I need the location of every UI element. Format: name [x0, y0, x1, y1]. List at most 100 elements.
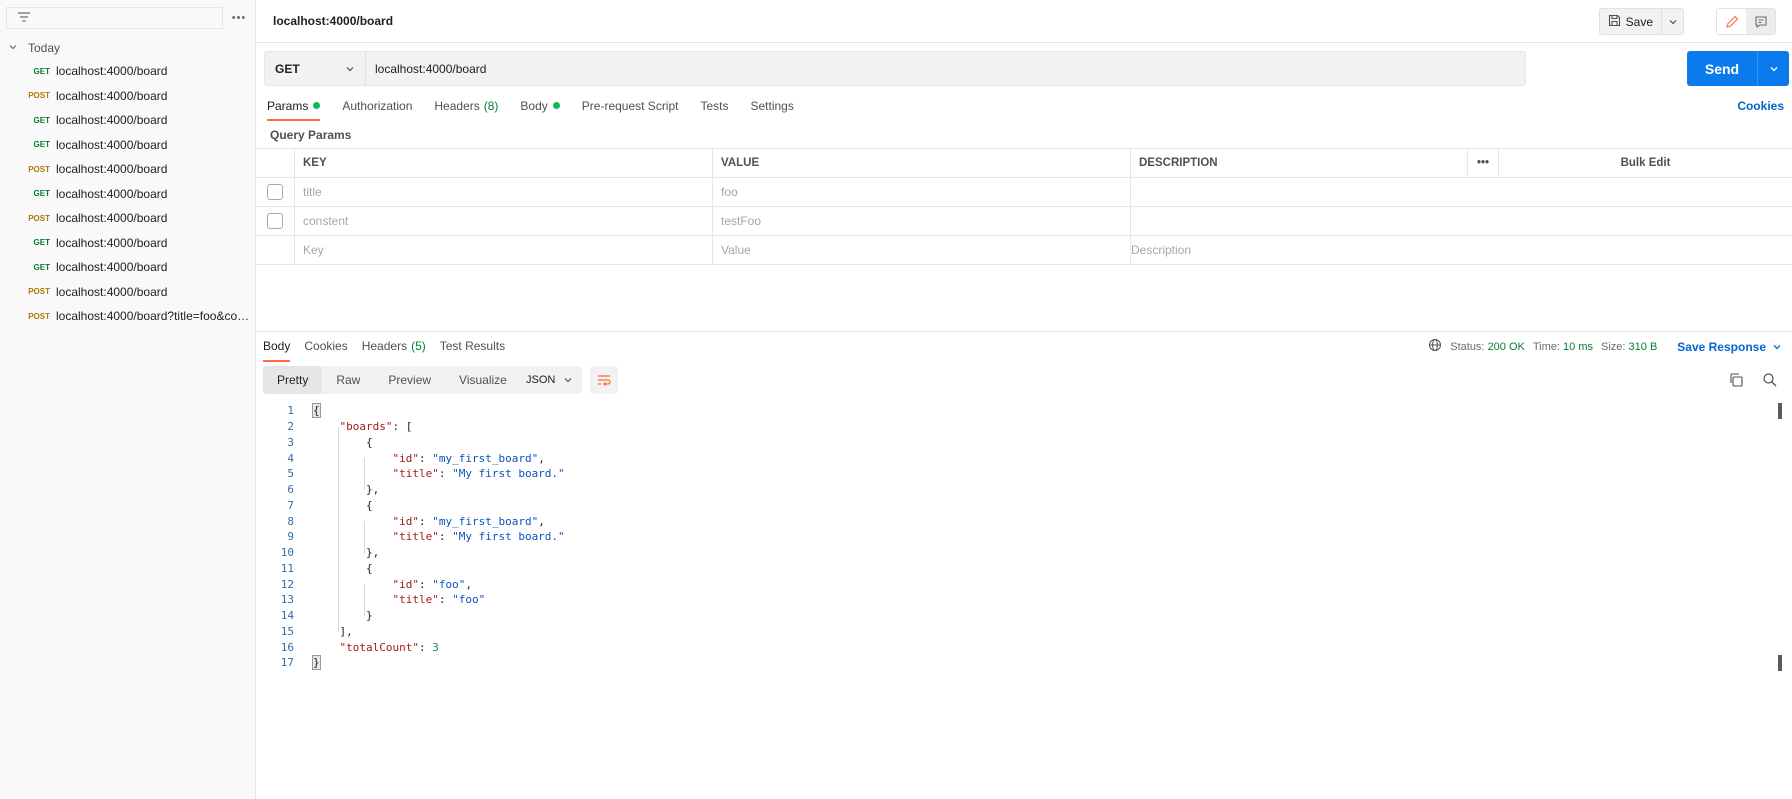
- param-description[interactable]: [1131, 178, 1792, 206]
- filter-icon[interactable]: [17, 11, 31, 25]
- param-value[interactable]: foo: [713, 178, 1131, 206]
- code-line: 4 "id": "my_first_board",: [256, 450, 1546, 466]
- view-raw-button[interactable]: Raw: [322, 366, 374, 394]
- globe-icon[interactable]: [1428, 338, 1442, 355]
- code-text: "title": "foo": [294, 593, 485, 606]
- status-text[interactable]: Status: 200 OK: [1450, 341, 1525, 353]
- history-item[interactable]: GET localhost:4000/board: [0, 182, 255, 207]
- tab-authorization[interactable]: Authorization: [342, 95, 412, 119]
- history-item[interactable]: POST localhost:4000/board: [0, 280, 255, 305]
- param-description[interactable]: [1131, 207, 1792, 235]
- history-item[interactable]: POST localhost:4000/board: [0, 206, 255, 231]
- method-select[interactable]: GET: [264, 51, 365, 86]
- code-token: ],: [313, 624, 353, 638]
- history-group-today[interactable]: Today: [0, 37, 255, 59]
- editor-scrollbar[interactable]: [1778, 403, 1783, 671]
- param-checkbox[interactable]: [267, 184, 283, 200]
- new-description-input[interactable]: Description: [1131, 236, 1792, 264]
- response-divider[interactable]: [256, 331, 1792, 332]
- save-response-label: Save Response: [1677, 339, 1766, 354]
- code-token: ,: [538, 514, 545, 528]
- history-item[interactable]: GET localhost:4000/board: [0, 108, 255, 133]
- history-item[interactable]: GET localhost:4000/board: [0, 133, 255, 158]
- cookies-link[interactable]: Cookies: [1737, 99, 1784, 113]
- history-item[interactable]: GET localhost:4000/board: [0, 231, 255, 256]
- param-check-cell: [256, 178, 295, 206]
- response-body-editor[interactable]: 1{2 "boards": [3 {4 "id": "my_first_boar…: [256, 403, 1546, 671]
- param-key[interactable]: title: [295, 178, 713, 206]
- request-title[interactable]: localhost:4000/board: [273, 14, 393, 28]
- new-key-input[interactable]: Key: [295, 236, 713, 264]
- new-value-input[interactable]: Value: [713, 236, 1131, 264]
- history-method-badge: POST: [28, 287, 50, 297]
- time-text[interactable]: Time: 10 ms: [1533, 341, 1593, 353]
- history-item[interactable]: GET localhost:4000/board: [0, 59, 255, 84]
- size-text[interactable]: Size: 310 B: [1601, 341, 1657, 353]
- edit-mode-button[interactable]: [1717, 9, 1746, 34]
- tab-body[interactable]: Body: [520, 95, 560, 119]
- history-item[interactable]: GET localhost:4000/board: [0, 255, 255, 280]
- tab-label: Body: [520, 99, 548, 113]
- bulk-edit-button[interactable]: Bulk Edit: [1499, 149, 1792, 177]
- param-checkbox[interactable]: [267, 213, 283, 229]
- code-text: {: [294, 436, 373, 449]
- view-pretty-button[interactable]: Pretty: [263, 366, 323, 394]
- params-header-check: [256, 149, 295, 177]
- history-method-badge: POST: [28, 164, 50, 174]
- line-number: 6: [287, 483, 294, 497]
- tab-params[interactable]: Params: [267, 95, 321, 121]
- format-select[interactable]: JSON: [517, 366, 582, 394]
- view-preview-button[interactable]: Preview: [374, 366, 445, 394]
- response-tab-cookies[interactable]: Cookies: [304, 338, 347, 360]
- param-key[interactable]: constent: [295, 207, 713, 235]
- code-token: "my_first_board": [432, 451, 539, 465]
- line-number: 15: [280, 624, 294, 638]
- comments-mode-button[interactable]: [1746, 9, 1775, 34]
- code-line: 3 {: [256, 435, 1546, 451]
- indent-guide: [364, 584, 365, 616]
- response-meta: Status: 200 OK Time: 10 ms Size: 310 B S…: [1428, 338, 1782, 355]
- copy-icon[interactable]: [1728, 372, 1744, 391]
- chevron-down-icon[interactable]: [8, 41, 18, 55]
- save-response-button[interactable]: Save Response: [1677, 340, 1782, 354]
- modified-dot-icon: [552, 102, 560, 109]
- history-item[interactable]: POST localhost:4000/board: [0, 84, 255, 109]
- code-text: "title": "My first board.": [294, 467, 564, 480]
- history-item[interactable]: POST localhost:4000/board?title=foo&con..…: [0, 304, 255, 329]
- search-icon[interactable]: [1762, 372, 1778, 391]
- url-input[interactable]: localhost:4000/board: [365, 51, 1526, 86]
- code-text: "id": "my_first_board",: [294, 514, 545, 528]
- request-workspace: localhost:4000/board Save GET localhost:…: [256, 0, 1792, 799]
- response-tab-body[interactable]: Body: [263, 338, 291, 362]
- code-line: 13 "title": "foo": [256, 592, 1546, 608]
- code-line: 10 },: [256, 545, 1546, 561]
- tab-settings[interactable]: Settings: [751, 95, 794, 119]
- save-button[interactable]: Save: [1600, 9, 1661, 34]
- tab-headers[interactable]: Headers (8): [434, 95, 498, 119]
- history-item[interactable]: POST localhost:4000/board: [0, 157, 255, 182]
- table-row: constent testFoo: [256, 207, 1792, 236]
- scroll-marker: [1778, 655, 1782, 671]
- sidebar-more-icon[interactable]: •••: [229, 12, 249, 24]
- param-value[interactable]: testFoo: [713, 207, 1131, 235]
- view-visualize-button[interactable]: Visualize: [445, 366, 521, 394]
- history-filter-input[interactable]: [6, 7, 223, 29]
- line-number: 12: [280, 577, 294, 591]
- response-tab-headers[interactable]: Headers (5): [362, 338, 426, 360]
- column-options-icon[interactable]: •••: [1468, 149, 1499, 177]
- line-number: 5: [287, 467, 294, 481]
- chevron-down-icon: [1773, 344, 1781, 349]
- save-options-button[interactable]: [1661, 9, 1683, 34]
- send-button[interactable]: Send: [1687, 51, 1757, 86]
- chevron-down-icon: [346, 66, 354, 71]
- wrap-lines-button[interactable]: [590, 366, 618, 394]
- response-tab-test-results[interactable]: Test Results: [440, 338, 505, 360]
- code-line: 17}: [256, 655, 1546, 671]
- code-token: },: [313, 483, 380, 497]
- send-options-button[interactable]: [1757, 51, 1789, 86]
- tab-count: (8): [483, 99, 499, 113]
- tab-pre-request-script[interactable]: Pre-request Script: [582, 95, 679, 119]
- indent-guide: [364, 458, 365, 490]
- tab-tests[interactable]: Tests: [700, 95, 728, 119]
